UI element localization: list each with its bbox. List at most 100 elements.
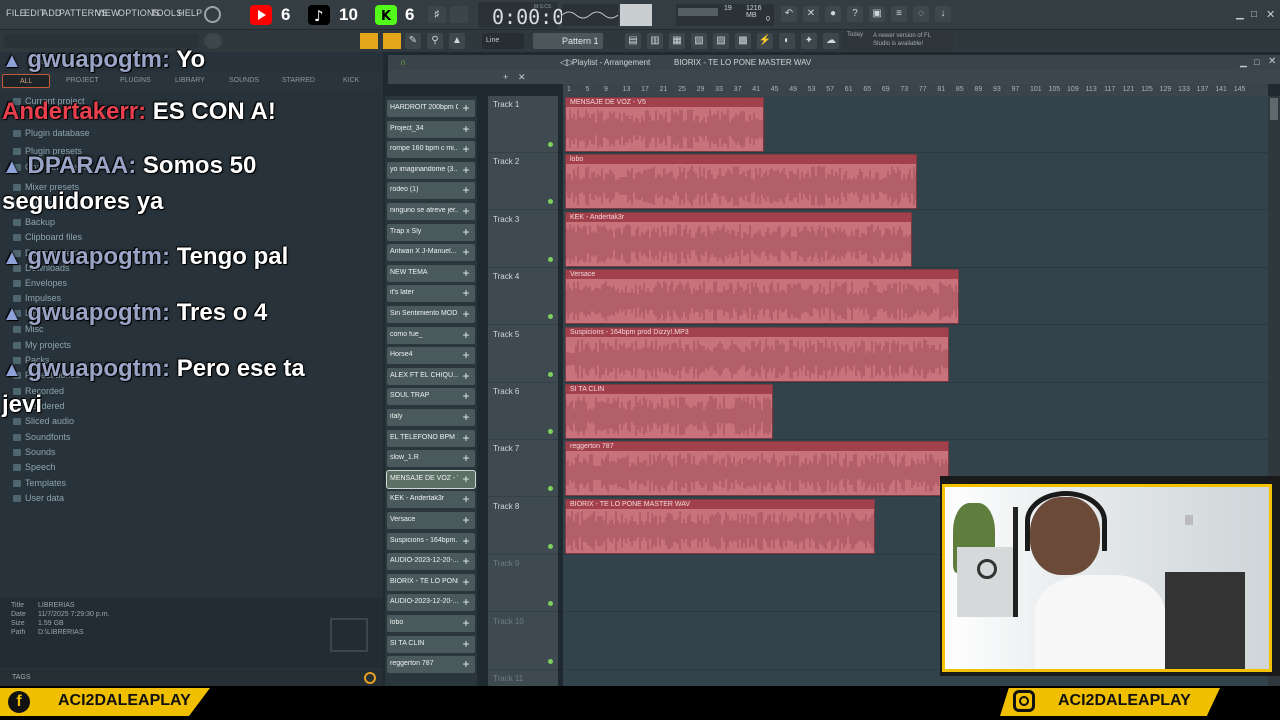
tempo-knob-icon[interactable]: [204, 6, 221, 23]
track-mute-led[interactable]: [548, 486, 553, 492]
plugin-picker-icon[interactable]: ▩: [735, 33, 751, 49]
clip-header[interactable]: KEK - Andertak3r: [566, 212, 912, 222]
add-icon[interactable]: +: [460, 164, 472, 176]
tab-starred[interactable]: STARRED: [282, 77, 315, 84]
clip-header[interactable]: BIORIX - TE LO PONE MASTER WAV: [566, 499, 875, 509]
playlist-minimize-icon[interactable]: ▁: [1240, 57, 1247, 68]
browser-view-icon[interactable]: ▨: [713, 33, 729, 49]
browser-item[interactable]: My projects: [13, 340, 71, 350]
add-icon[interactable]: +: [460, 638, 472, 650]
piano-roll-icon[interactable]: ▥: [647, 33, 663, 49]
audio-clip[interactable]: Versace: [565, 269, 959, 325]
track-header[interactable]: Track 2: [488, 153, 558, 211]
picker-item[interactable]: como fue_ +: [387, 326, 475, 344]
picker-item[interactable]: reggerton 787 +: [387, 656, 475, 674]
touch-keyboard-icon[interactable]: ◐: [779, 33, 795, 49]
add-icon[interactable]: +: [460, 658, 472, 670]
audio-clip[interactable]: KEK - Andertak3r: [565, 211, 913, 267]
picker-item[interactable]: Sin Sentimiento MOD... +: [387, 306, 475, 323]
browser-item[interactable]: Clipboard files: [13, 232, 82, 242]
audio-clip[interactable]: lobo: [565, 154, 917, 210]
browser-item[interactable]: Plugin database: [13, 128, 90, 138]
song-mode-icon[interactable]: [383, 33, 401, 49]
update-notice[interactable]: Today A newer version of FL Studio is av…: [843, 32, 953, 50]
picker-item[interactable]: EL TELEFONO BPM 10...+: [387, 429, 475, 447]
clip-header[interactable]: Suspicions - 164bpm prod Dizzy!.MP3: [566, 327, 949, 337]
typing-keyboard-icon[interactable]: ♯: [428, 6, 446, 23]
fl-cloud-icon[interactable]: ☁: [823, 33, 839, 49]
help-icon[interactable]: ?: [847, 6, 863, 22]
menu-help[interactable]: HELP: [178, 8, 202, 18]
magnet-icon[interactable]: ∩: [400, 57, 406, 67]
picker-item[interactable]: SOUL TRAP +: [387, 388, 475, 406]
add-track-icon[interactable]: +: [503, 72, 508, 82]
picker-item[interactable]: ALEX FT EL CHIQU... +: [387, 367, 475, 385]
add-icon[interactable]: +: [460, 617, 472, 629]
timeline-ruler[interactable]: 1 5 9 13 17 21 25 29 33 37 41 45 49 53 57 61 65 69 73 77 81 8…: [563, 84, 1268, 96]
track-header[interactable]: Track 10: [488, 613, 558, 670]
add-icon[interactable]: +: [460, 308, 472, 320]
playlist-icon[interactable]: ▤: [625, 33, 641, 49]
picker-item[interactable]: it's later +: [387, 285, 475, 303]
track-mute-led[interactable]: [548, 543, 553, 549]
picker-item[interactable]: Trap x Sly +: [387, 223, 475, 241]
metronome-icon[interactable]: [450, 6, 468, 23]
stamp-icon[interactable]: ▲: [449, 33, 465, 49]
channel-rack-icon[interactable]: ▦: [669, 33, 685, 49]
add-icon[interactable]: +: [460, 390, 472, 402]
audio-clip[interactable]: BIORIX - TE LO PONE MASTER WAV: [565, 498, 877, 554]
track-mute-led[interactable]: [548, 256, 553, 262]
add-icon[interactable]: +: [460, 432, 472, 444]
picker-item[interactable]: rompe 160 bpm c mi... +: [387, 141, 475, 159]
playlist-maximize-icon[interactable]: □: [1254, 57, 1259, 67]
picker-item[interactable]: MENSAJE DE VOZ - V5+: [386, 469, 476, 489]
add-icon[interactable]: +: [460, 246, 472, 258]
track-mute-led[interactable]: [548, 429, 553, 434]
audio-clip[interactable]: reggerton 787: [565, 441, 951, 497]
search-icon[interactable]: [364, 672, 376, 684]
add-icon[interactable]: +: [460, 205, 472, 217]
picker-item[interactable]: KEK - Andertak3r +: [387, 491, 475, 509]
clip-header[interactable]: SI TA CLIN: [566, 385, 773, 394]
picker-item[interactable]: Antwan X J-Manuel... +: [387, 244, 475, 262]
chat-icon[interactable]: ◌: [913, 6, 929, 22]
add-icon[interactable]: +: [460, 411, 472, 423]
clip-header[interactable]: Versace: [566, 270, 958, 280]
picker-item[interactable]: HARDROIT 200bpm C...+: [387, 100, 475, 117]
clip-header[interactable]: reggerton 787: [566, 442, 949, 452]
download-icon[interactable]: ↓: [935, 6, 951, 22]
picker-item[interactable]: rodeo (1) +: [387, 182, 475, 200]
track-header[interactable]: Track 3: [488, 211, 558, 268]
add-icon[interactable]: +: [460, 226, 472, 238]
add-icon[interactable]: +: [460, 267, 472, 279]
add-icon[interactable]: +: [460, 143, 472, 155]
browser-item[interactable]: Sounds: [13, 447, 56, 457]
track-mute-led[interactable]: [548, 658, 553, 664]
add-icon[interactable]: +: [460, 184, 472, 196]
add-icon[interactable]: +: [460, 123, 472, 135]
add-icon[interactable]: +: [460, 370, 472, 382]
close-window-icon[interactable]: ✕: [1266, 8, 1275, 21]
track-header[interactable]: Track 4: [488, 268, 558, 326]
picker-item[interactable]: Horse4 +: [387, 347, 475, 365]
picker-item[interactable]: Project_34 +: [387, 120, 475, 138]
picker-item[interactable]: lobo +: [387, 615, 475, 632]
brush-icon[interactable]: ✦: [801, 33, 817, 49]
audio-clip[interactable]: MENSAJE DE VOZ - V5: [565, 97, 765, 152]
master-volume-knob-icon[interactable]: [204, 33, 222, 49]
add-icon[interactable]: +: [460, 555, 472, 567]
clip-header[interactable]: MENSAJE DE VOZ - V5: [566, 98, 764, 107]
track-header[interactable]: Track 9: [488, 555, 558, 613]
picker-item[interactable]: slow_1.R +: [387, 450, 475, 468]
add-icon[interactable]: +: [460, 596, 472, 608]
track-header[interactable]: Track 8: [488, 498, 558, 555]
track-header[interactable]: Track 5: [488, 326, 558, 383]
plug-icon[interactable]: ⚡: [757, 33, 773, 49]
tab-project[interactable]: PROJECT: [66, 77, 99, 84]
pattern-mode-icon[interactable]: [360, 33, 378, 49]
add-icon[interactable]: +: [460, 102, 472, 114]
browser-item[interactable]: Soundfonts: [13, 432, 71, 442]
picker-item[interactable]: AUDIO-2023-12-20-... +: [387, 594, 475, 612]
browser-item[interactable]: Templates: [13, 478, 66, 488]
picker-item[interactable]: Suspicions - 164bpm... +: [387, 532, 475, 550]
